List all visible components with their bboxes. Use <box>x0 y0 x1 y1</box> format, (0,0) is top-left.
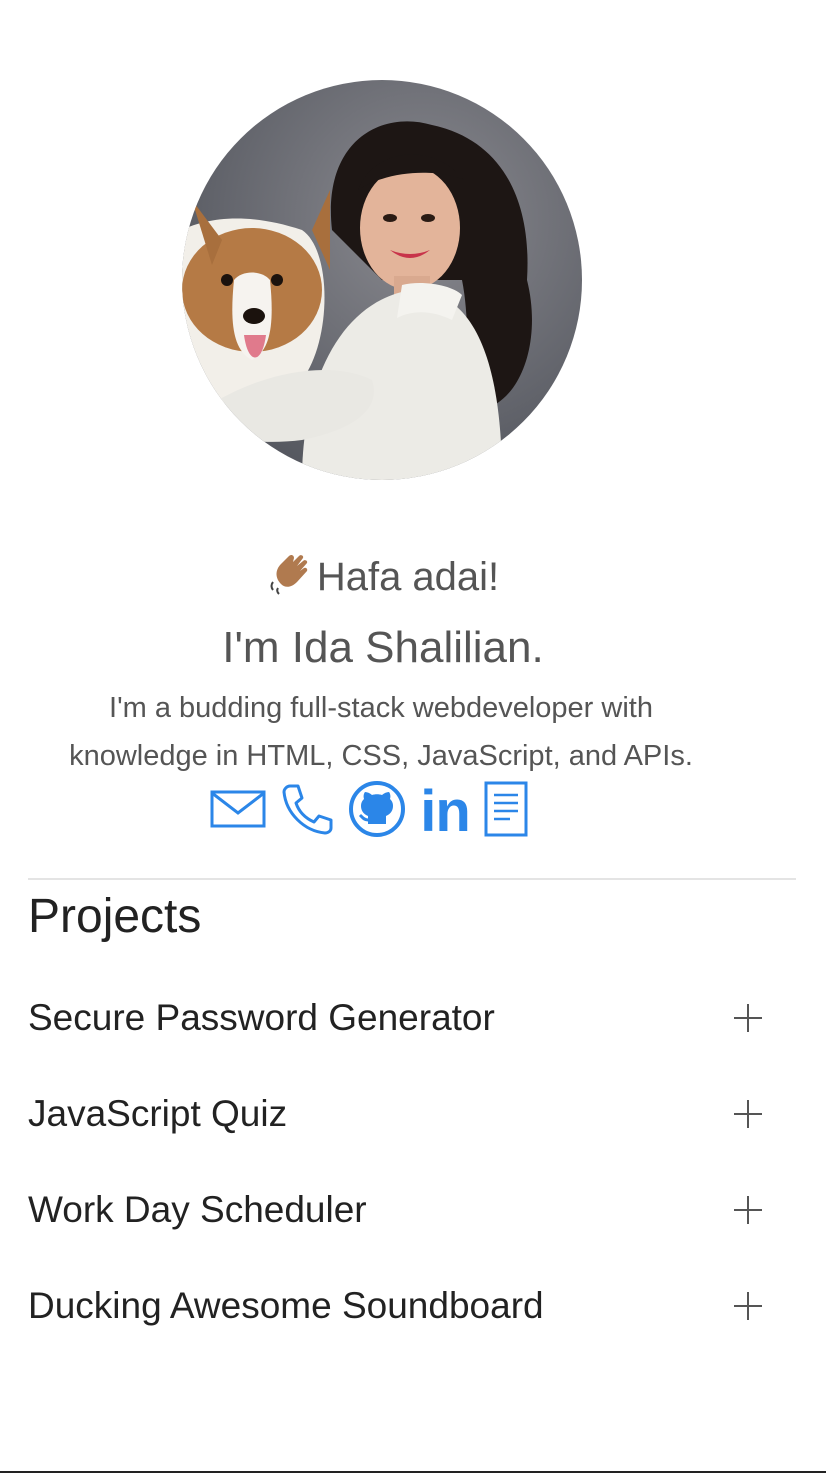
resume-icon <box>484 781 528 842</box>
plus-icon[interactable] <box>734 1292 762 1320</box>
linkedin-icon: in <box>420 778 471 844</box>
section-divider <box>28 878 796 880</box>
bottom-border <box>0 1471 826 1473</box>
waving-hand-icon <box>267 548 315 611</box>
project-item-ducking-awesome-soundboard[interactable]: Ducking Awesome Soundboard <box>28 1258 768 1354</box>
project-accordion: Secure Password Generator JavaScript Qui… <box>28 970 768 1354</box>
name-heading: I'm Ida Shalilian. <box>222 623 544 672</box>
email-link[interactable] <box>210 789 266 834</box>
greeting-text: Hafa adai! <box>316 555 500 599</box>
project-item-secure-password-generator[interactable]: Secure Password Generator <box>28 970 768 1066</box>
plus-icon[interactable] <box>734 1196 762 1224</box>
linkedin-link[interactable]: in <box>420 778 471 844</box>
phone-icon <box>280 782 334 841</box>
project-item-javascript-quiz[interactable]: JavaScript Quiz <box>28 1066 768 1162</box>
projects-heading: Projects <box>28 890 202 943</box>
social-links: in <box>0 780 738 843</box>
project-title: Secure Password Generator <box>28 997 495 1038</box>
greeting-line: Hafa adai! <box>0 548 766 611</box>
phone-link[interactable] <box>280 782 334 841</box>
project-title: JavaScript Quiz <box>28 1093 288 1134</box>
project-title: Work Day Scheduler <box>28 1189 367 1230</box>
github-link[interactable] <box>348 780 406 843</box>
envelope-icon <box>210 789 266 834</box>
bio-text: I'm a budding full-stack webdeveloper wi… <box>20 684 742 780</box>
bio-line-1: I'm a budding full-stack webdeveloper wi… <box>109 692 653 724</box>
resume-link[interactable] <box>484 781 528 842</box>
portfolio-page: Hafa adai! I'm Ida Shalilian. I'm a budd… <box>0 0 826 1474</box>
profile-photo-illustration <box>182 80 582 480</box>
project-item-work-day-scheduler[interactable]: Work Day Scheduler <box>28 1162 768 1258</box>
plus-icon[interactable] <box>734 1004 762 1032</box>
profile-photo <box>182 80 582 480</box>
plus-icon[interactable] <box>734 1100 762 1128</box>
bio-line-2: knowledge in HTML, CSS, JavaScript, and … <box>69 740 693 772</box>
project-title: Ducking Awesome Soundboard <box>28 1285 544 1326</box>
github-icon <box>348 780 406 843</box>
